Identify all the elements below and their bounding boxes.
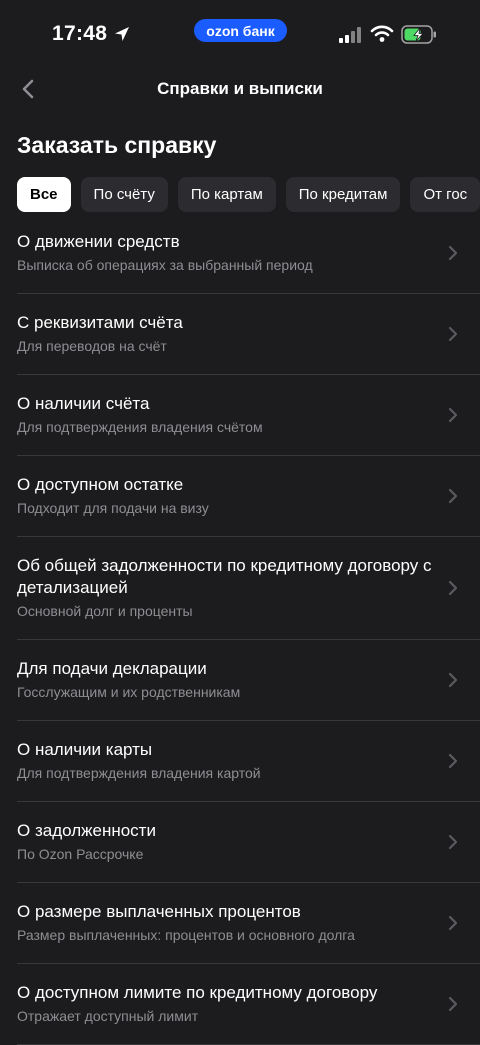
item-subtitle: Отражает доступный лимит: [17, 1008, 199, 1024]
chevron-right-icon: [448, 834, 458, 850]
list-item[interactable]: О наличии счёта Для подтверждения владен…: [17, 375, 480, 456]
item-title: О движении средств: [17, 232, 180, 251]
chip-by-account[interactable]: По счёту: [80, 177, 168, 212]
list-item[interactable]: О наличии карты Для подтверждения владен…: [17, 721, 480, 802]
cellular-signal-icon: [339, 27, 361, 43]
item-title: Для подачи декларации: [17, 659, 207, 678]
item-subtitle: Основной долг и проценты: [17, 603, 193, 619]
list-item[interactable]: С реквизитами счёта Для переводов на счё…: [17, 294, 480, 375]
brand-pill[interactable]: ozon банк: [194, 19, 287, 42]
navigation-bar: Справки и выписки: [0, 70, 480, 110]
item-title: О доступном лимите по кредитному договор…: [17, 983, 378, 1002]
item-title: О размере выплаченных процентов: [17, 902, 301, 921]
item-title: О наличии карты: [17, 740, 153, 759]
item-subtitle: Выписка об операциях за выбранный период: [17, 257, 313, 273]
filter-chips: Все По счёту По картам По кредитам От го…: [17, 177, 480, 212]
item-subtitle: Для подтверждения владения счётом: [17, 419, 263, 435]
chevron-right-icon: [448, 753, 458, 769]
status-bar: 17:48 ozon банк: [0, 0, 480, 70]
brand-label: ozon банк: [206, 22, 275, 39]
item-title: Об общей задолженности по кредитному дог…: [17, 556, 432, 597]
chevron-right-icon: [448, 245, 458, 261]
item-title: О задолженности: [17, 821, 156, 840]
certificate-list: О движении средств Выписка об операциях …: [17, 213, 480, 1045]
chip-all[interactable]: Все: [17, 177, 71, 212]
status-time: 17:48: [52, 22, 131, 46]
item-subtitle: Госслужащим и их родственникам: [17, 684, 241, 700]
item-title: С реквизитами счёта: [17, 313, 183, 332]
list-item[interactable]: Для подачи декларации Госслужащим и их р…: [17, 640, 480, 721]
chevron-right-icon: [448, 672, 458, 688]
item-subtitle: Размер выплаченных: процентов и основног…: [17, 927, 355, 943]
list-item[interactable]: О доступном лимите по кредитному договор…: [17, 964, 480, 1045]
list-item[interactable]: О доступном остатке Подходит для подачи …: [17, 456, 480, 537]
chevron-right-icon: [448, 407, 458, 423]
item-subtitle: Подходит для подачи на визу: [17, 500, 209, 516]
item-subtitle: Для переводов на счёт: [17, 338, 167, 354]
chip-by-credits[interactable]: По кредитам: [285, 177, 401, 212]
wifi-icon: [370, 25, 394, 42]
list-item[interactable]: О задолженности По Ozon Рассрочке: [17, 802, 480, 883]
chevron-right-icon: [448, 326, 458, 342]
chevron-right-icon: [448, 996, 458, 1012]
item-title: О доступном остатке: [17, 475, 184, 494]
item-subtitle: По Ozon Рассрочке: [17, 846, 144, 862]
chevron-right-icon: [448, 580, 458, 596]
battery-charging-icon: [401, 25, 436, 44]
item-subtitle: Для подтверждения владения картой: [17, 765, 261, 781]
chip-by-cards[interactable]: По картам: [177, 177, 276, 212]
chevron-right-icon: [448, 915, 458, 931]
chevron-right-icon: [448, 488, 458, 504]
list-item[interactable]: Об общей задолженности по кредитному дог…: [17, 537, 480, 640]
chip-from-gos[interactable]: От гос: [410, 177, 480, 212]
item-title: О наличии счёта: [17, 394, 150, 413]
list-item[interactable]: О размере выплаченных процентов Размер в…: [17, 883, 480, 964]
time-text: 17:48: [52, 22, 108, 45]
list-item[interactable]: О движении средств Выписка об операциях …: [17, 213, 480, 294]
location-arrow-icon: [115, 27, 130, 41]
section-title: Заказать справку: [17, 132, 217, 158]
page-title: Справки и выписки: [157, 79, 323, 98]
